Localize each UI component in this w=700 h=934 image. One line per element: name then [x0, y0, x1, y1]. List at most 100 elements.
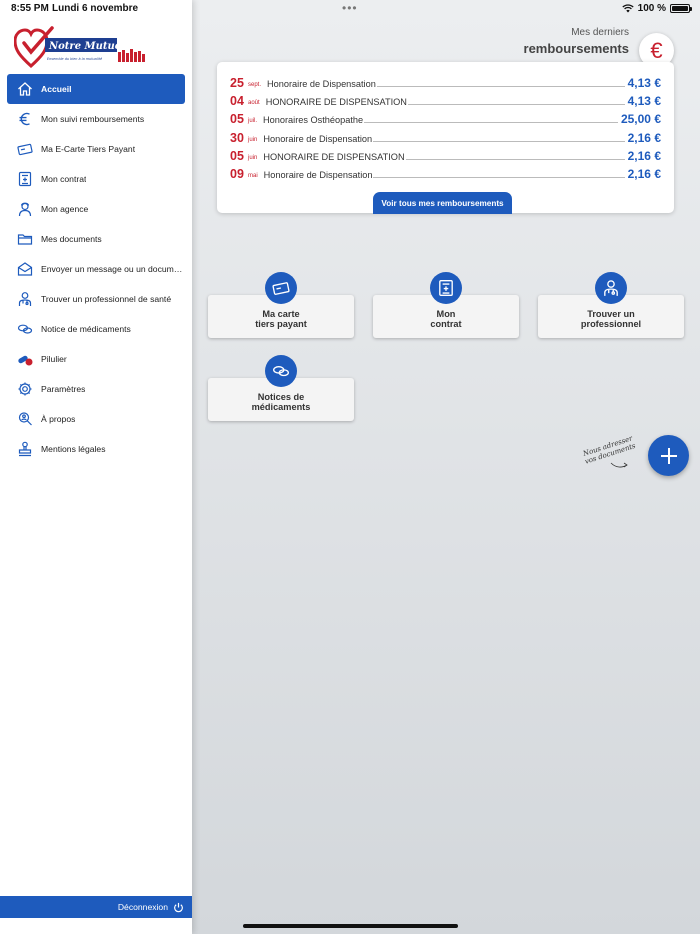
reimbursement-month: août — [248, 100, 260, 106]
reimbursement-row[interactable]: 09 mai Honoraire de Dispensation 2,16 € — [230, 165, 661, 181]
sidebar-item-e-carte[interactable]: Ma E-Carte Tiers Payant — [7, 134, 185, 164]
sidebar-item-professionnel[interactable]: Trouver un professionnel de santé — [7, 284, 185, 314]
notre-mutuelle-logo[interactable]: Notre Mutuelle Ensemble du bien à la mut… — [13, 26, 154, 70]
reimbursements-title: remboursements — [523, 41, 629, 56]
reimbursement-row[interactable]: 05 juil. Honoraires Osthéopathe 25,00 € — [230, 110, 661, 126]
status-bar: 8:55 PM Lundi 6 novembre ••• 100 % — [0, 0, 700, 18]
sidebar-item-parametres[interactable]: Paramètres — [7, 374, 185, 404]
doctor-icon — [16, 290, 34, 308]
sidebar-item-accueil[interactable]: Accueil — [7, 74, 185, 104]
see-all-reimbursements-button[interactable]: Voir tous mes remboursements — [373, 192, 512, 214]
home-indicator[interactable] — [243, 924, 458, 928]
status-time: 8:55 PM — [11, 3, 49, 14]
sidebar-item-label: Pilulier — [41, 354, 67, 364]
sidebar-item-message[interactable]: Envoyer un message ou un docum… — [7, 254, 185, 284]
reimbursement-row[interactable]: 05 juin HONORAIRE DE DISPENSATION 2,16 € — [230, 147, 661, 163]
reimbursement-amount: 2,16 € — [627, 149, 661, 163]
home-icon — [16, 80, 34, 98]
sidebar-item-suivi-remboursements[interactable]: Mon suivi remboursements — [7, 104, 185, 134]
pills-icon[interactable] — [265, 355, 297, 387]
contract-icon[interactable] — [430, 272, 462, 304]
pill-box-icon — [16, 350, 34, 368]
tile-line2: contrat — [430, 319, 462, 329]
curved-arrow-icon — [610, 462, 628, 468]
card-icon[interactable] — [265, 272, 297, 304]
reimbursement-day: 05 — [230, 112, 244, 126]
agent-icon — [16, 200, 34, 218]
tile-line1: Notices de — [257, 392, 305, 402]
sidebar-item-label: À propos — [41, 414, 76, 424]
power-icon — [174, 902, 183, 912]
stamp-icon — [16, 440, 34, 458]
status-date: Lundi 6 novembre — [52, 3, 139, 14]
reimbursement-day: 05 — [230, 149, 244, 163]
logout-label: Déconnexion — [117, 902, 168, 912]
dotted-leader — [405, 159, 625, 160]
reimbursement-month: sept. — [248, 82, 262, 88]
card-icon — [16, 140, 34, 158]
battery-percent: 100 % — [637, 3, 666, 14]
sidebar-item-label: Envoyer un message ou un docum… — [41, 264, 183, 274]
reimbursement-amount: 4,13 € — [627, 94, 661, 108]
add-document-button[interactable] — [648, 435, 689, 476]
sidebar-item-a-propos[interactable]: À propos — [7, 404, 185, 434]
sidebar-item-label: Accueil — [41, 84, 72, 94]
sidebar-item-label: Mon agence — [41, 204, 89, 214]
sidebar-item-label: Mon contrat — [41, 174, 87, 184]
main-panel: Mes derniers remboursements € 25 sept. H… — [192, 0, 700, 934]
reimbursement-amount: 4,13 € — [627, 76, 661, 90]
sidebar-item-contrat[interactable]: Mon contrat — [7, 164, 185, 194]
reimbursement-row[interactable]: 30 juin Honoraire de Dispensation 2,16 € — [230, 129, 661, 145]
reimbursements-subtitle: Mes derniers — [571, 27, 629, 38]
sidebar-item-label: Notice de médicaments — [41, 324, 131, 334]
sidebar-item-pilulier[interactable]: Pilulier — [7, 344, 185, 374]
reimbursement-month: juil. — [248, 118, 258, 124]
sidebar-item-label: Mentions légales — [41, 444, 106, 454]
reimbursements-header: Mes derniers remboursements — [524, 27, 629, 56]
reimbursement-label: Honoraire de Dispensation — [263, 170, 373, 180]
reimbursement-day: 04 — [230, 94, 244, 108]
gear-icon — [16, 380, 34, 398]
sidebar-item-label: Ma E-Carte Tiers Payant — [41, 144, 136, 154]
tile-line2: médicaments — [251, 402, 311, 412]
reimbursement-label: Honoraire de Dispensation — [263, 134, 373, 144]
doctor-icon[interactable] — [595, 272, 627, 304]
logo-tagline: Ensemble du bien à la mutualité — [47, 57, 102, 61]
tile-line2: professionnel — [580, 319, 642, 329]
reimbursement-day: 25 — [230, 76, 244, 90]
reimbursement-amount: 2,16 € — [627, 167, 661, 181]
dotted-leader — [364, 122, 618, 123]
multitasking-dots-icon[interactable]: ••• — [342, 1, 358, 15]
sidebar-item-label: Mon suivi remboursements — [41, 114, 145, 124]
tile-line1: Mon — [436, 309, 456, 319]
sidebar-item-notice-medicaments[interactable]: Notice de médicaments — [7, 314, 185, 344]
sidebar-item-mentions-legales[interactable]: Mentions légales — [7, 434, 185, 464]
sidebar: Notre Mutuelle Ensemble du bien à la mut… — [0, 0, 192, 934]
logout-button[interactable]: Déconnexion — [0, 896, 192, 918]
tile-line1: Ma carte — [262, 309, 300, 319]
pills-icon — [16, 320, 34, 338]
dotted-leader — [407, 104, 625, 105]
dotted-leader — [376, 86, 625, 87]
tile-line1: Trouver un — [587, 309, 635, 319]
logo-graphic: Notre Mutuelle Ensemble du bien à la mut… — [13, 26, 145, 69]
battery-icon — [670, 4, 692, 13]
reimbursement-month: mai — [248, 173, 258, 179]
sidebar-item-agence[interactable]: Mon agence — [7, 194, 185, 224]
sidebar-item-label: Trouver un professionnel de santé — [41, 294, 172, 304]
reimbursement-row[interactable]: 04 août HONORAIRE DE DISPENSATION 4,13 € — [230, 92, 661, 108]
euro-icon — [16, 110, 34, 128]
reimbursement-day: 30 — [230, 131, 244, 145]
sidebar-item-documents[interactable]: Mes documents — [7, 224, 185, 254]
dotted-leader — [373, 141, 625, 142]
reimbursement-amount: 2,16 € — [627, 131, 661, 145]
reimbursement-label: Honoraire de Dispensation — [267, 79, 376, 89]
plus-icon — [660, 447, 677, 464]
sidebar-nav: Accueil Mon suivi remboursements Ma E-Ca… — [7, 74, 185, 464]
sidebar-item-label: Paramètres — [41, 384, 86, 394]
reimbursement-month: juin — [248, 155, 258, 161]
mail-icon — [16, 260, 34, 278]
reimbursements-card: 25 sept. Honoraire de Dispensation 4,13 … — [217, 62, 674, 214]
wifi-icon — [621, 4, 634, 13]
reimbursement-row[interactable]: 25 sept. Honoraire de Dispensation 4,13 … — [230, 74, 661, 90]
